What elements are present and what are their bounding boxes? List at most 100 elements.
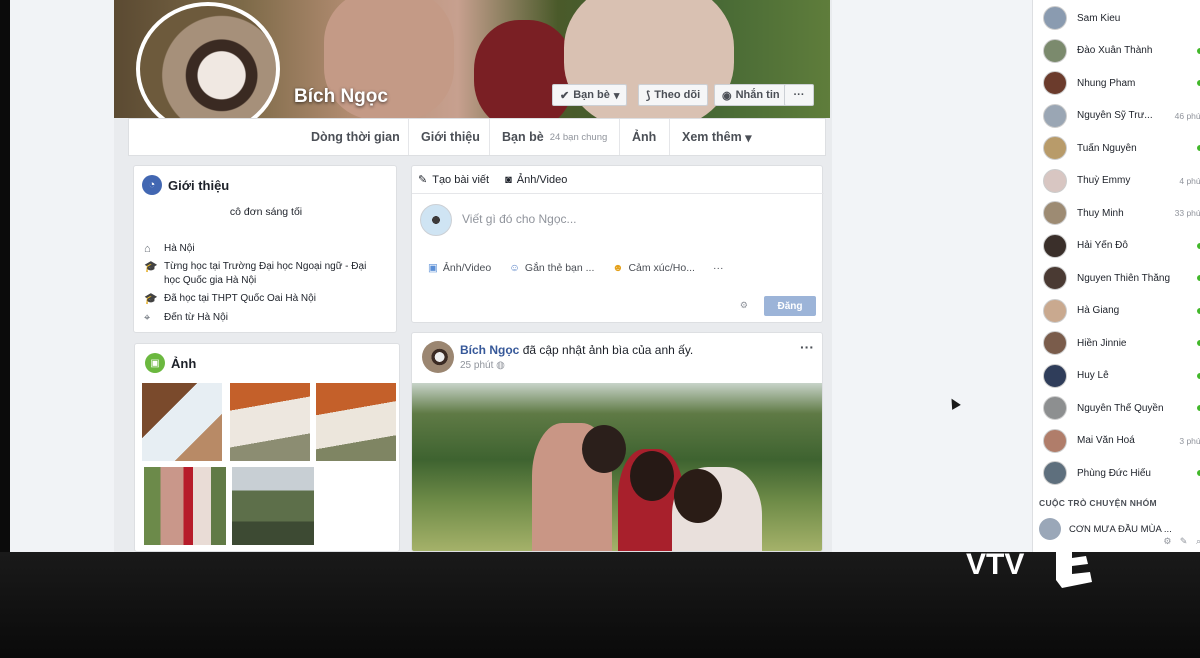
from-text[interactable]: Đến từ Hà Nội <box>164 311 228 325</box>
vtv-logo-text: VTV <box>966 548 1024 581</box>
contact-item[interactable]: Huy Lê <box>1043 362 1200 390</box>
graduation-cap-icon: 🎓 <box>144 293 158 305</box>
contact-avatar <box>1043 428 1067 453</box>
post-composer: ✎ Tạo bài viết ◙ Ảnh/Video Viết gì đó cho … <box>411 165 824 323</box>
contact-avatar <box>1043 103 1067 128</box>
contact-avatar <box>1043 298 1067 323</box>
create-post-tab[interactable]: ✎ Tạo bài viết <box>418 173 490 187</box>
globe-icon: ◔ <box>142 175 162 195</box>
more-options-button[interactable]: ··· <box>784 84 814 106</box>
add-photo-button[interactable]: ▣ Ảnh/Video <box>428 262 491 274</box>
post-author-name[interactable]: Bích Ngọc <box>460 343 519 357</box>
check-icon: ✔ <box>560 89 570 102</box>
contact-item[interactable]: Nguyễn Thế Quyền <box>1043 394 1200 422</box>
photo-thumbnail[interactable] <box>315 382 397 462</box>
contact-item[interactable]: Nguyen Thiên Thắng <box>1043 264 1200 292</box>
contact-name: Hà Giang <box>1077 305 1120 316</box>
contact-item[interactable]: Phùng Đức Hiếu <box>1043 459 1200 487</box>
photo-icon: ▣ <box>428 262 438 274</box>
contact-name: Mai Văn Hoá <box>1077 435 1135 446</box>
composer-input[interactable]: Viết gì đó cho Ngọc... <box>462 212 577 226</box>
post-image[interactable] <box>412 383 822 551</box>
tab-more-label: Xem thêm <box>682 130 742 144</box>
contact-name: Thuỳ Emmy <box>1077 175 1131 186</box>
location-pin-icon: ⌖ <box>144 312 151 324</box>
contact-item[interactable]: Hà Giang <box>1043 297 1200 325</box>
add-photo-label: Ảnh/Video <box>442 262 492 274</box>
contact-item[interactable]: Hiền Jinnie <box>1043 329 1200 357</box>
contact-avatar <box>1043 363 1067 388</box>
follow-button-label: Theo dõi <box>654 89 701 101</box>
home-icon: ⌂ <box>144 243 151 255</box>
chat-tools[interactable]: ⚙ ✎ ⌕ <box>1163 536 1200 547</box>
tag-friends-label: Gắn thẻ bạn ... <box>524 262 595 274</box>
image-head <box>630 451 674 501</box>
photo-thumbnail[interactable] <box>141 382 223 462</box>
tag-friends-button[interactable]: ☺ Gắn thẻ bạn ... <box>509 262 594 274</box>
composer-actions: ▣ Ảnh/Video ☺ Gắn thẻ bạn ... ☻ Cảm xúc/Ho.… <box>428 262 808 274</box>
feeling-button[interactable]: ☻ Cảm xúc/Ho... <box>612 262 695 274</box>
tab-friends[interactable]: Bạn bè 24 bạn chung <box>489 119 619 155</box>
message-button-label: Nhắn tin <box>735 89 780 101</box>
tab-photos[interactable]: Ảnh <box>619 119 668 155</box>
contact-name: Hải Yến Đỗ <box>1077 240 1128 251</box>
messenger-icon: ◉ <box>722 89 732 102</box>
contact-avatar <box>1043 461 1067 485</box>
photo-icon: ▣ <box>145 353 165 373</box>
profile-name[interactable]: Bích Ngọc <box>294 86 388 108</box>
group-chats-heading: CUỘC TRÒ CHUYỆN NHÓM <box>1039 498 1157 508</box>
tab-about[interactable]: Giới thiệu <box>408 119 492 155</box>
contact-name: Tuấn Nguyễn <box>1077 142 1137 154</box>
contact-item[interactable]: Thuy Minh 33 phút <box>1043 199 1200 227</box>
page-background <box>832 0 1032 552</box>
post-button[interactable]: Đăng <box>764 296 816 316</box>
contact-item[interactable]: Hải Yến Đỗ <box>1043 232 1200 260</box>
message-button[interactable]: ◉ Nhắn tin <box>714 84 788 106</box>
caret-down-icon: ▾ <box>613 89 620 102</box>
contact-name: Thuy Minh <box>1077 207 1124 219</box>
post-timestamp[interactable]: 25 phút ◍ <box>460 360 505 371</box>
contact-item[interactable]: Thuỳ Emmy 4 phút <box>1043 167 1200 195</box>
create-post-label: Tạo bài viết <box>432 173 490 186</box>
vtv-e-mark <box>1056 538 1092 588</box>
contact-avatar <box>1043 266 1067 290</box>
photo-thumbnail[interactable] <box>229 382 311 462</box>
tab-timeline[interactable]: Dòng thời gian <box>299 119 412 155</box>
contact-item[interactable]: Nguyễn Sỹ Trư... 46 phút <box>1043 102 1200 130</box>
photos-title[interactable]: Ảnh <box>171 356 196 371</box>
contact-item[interactable]: Nhung Pham <box>1043 69 1200 97</box>
contact-name: Hiền Jinnie <box>1077 337 1127 349</box>
rss-icon: ⟆ <box>646 89 651 102</box>
contact-name: Nguyễn Thế Quyền <box>1077 402 1164 414</box>
high-school-text[interactable]: Đã học tại THPT Quốc Oai Hà Nội <box>164 292 316 306</box>
contact-avatar <box>1043 396 1067 420</box>
chat-sidebar: Sam Kieu Đào Xuân Thành Nhung Pham Nguyễn S… <box>1032 0 1200 552</box>
contact-item[interactable]: Sam Kieu <box>1043 4 1200 32</box>
lives-in-text[interactable]: Hà Nội <box>164 242 195 256</box>
intro-title: Giới thiệu <box>168 178 230 193</box>
contact-item[interactable]: Đào Xuân Thành <box>1043 37 1200 65</box>
caret-down-icon: ▾ <box>745 130 752 145</box>
tab-more[interactable]: Xem thêm ▾ <box>669 119 764 155</box>
photo-thumbnail[interactable] <box>231 466 315 546</box>
post-author-avatar[interactable] <box>422 341 454 373</box>
photo-thumbnail[interactable] <box>143 466 227 546</box>
image-head <box>582 425 626 473</box>
follow-button[interactable]: ⟆ Theo dõi <box>638 84 709 106</box>
photo-video-tab[interactable]: ◙ Ảnh/Video <box>505 174 567 186</box>
contact-last-active: 46 phút <box>1174 110 1200 121</box>
studied-at-text[interactable]: Từng học tại Trường Đại học Ngoại ngữ - … <box>164 260 384 288</box>
composer-avatar <box>420 204 452 236</box>
post-header: Bích Ngọc đã cập nhật ảnh bìa của anh ấy… <box>460 343 693 357</box>
contact-item[interactable]: Tuấn Nguyễn <box>1043 134 1200 162</box>
contact-avatar <box>1043 331 1067 355</box>
graduation-cap-icon: 🎓 <box>144 261 158 273</box>
profile-avatar[interactable] <box>136 2 280 136</box>
intro-studied-at: 🎓 Từng học tại Trường Đại học Ngoại ngữ … <box>144 260 384 288</box>
post-menu-button[interactable]: ··· <box>800 339 814 355</box>
audience-gear-icon[interactable]: ⚙ <box>740 300 748 311</box>
more-actions-button[interactable]: ··· <box>713 262 724 274</box>
smiley-icon: ☻ <box>612 262 624 274</box>
contact-item[interactable]: Mai Văn Hoá 3 phút <box>1043 427 1200 455</box>
friends-button[interactable]: ✔ Bạn bè ▾ <box>552 84 628 106</box>
